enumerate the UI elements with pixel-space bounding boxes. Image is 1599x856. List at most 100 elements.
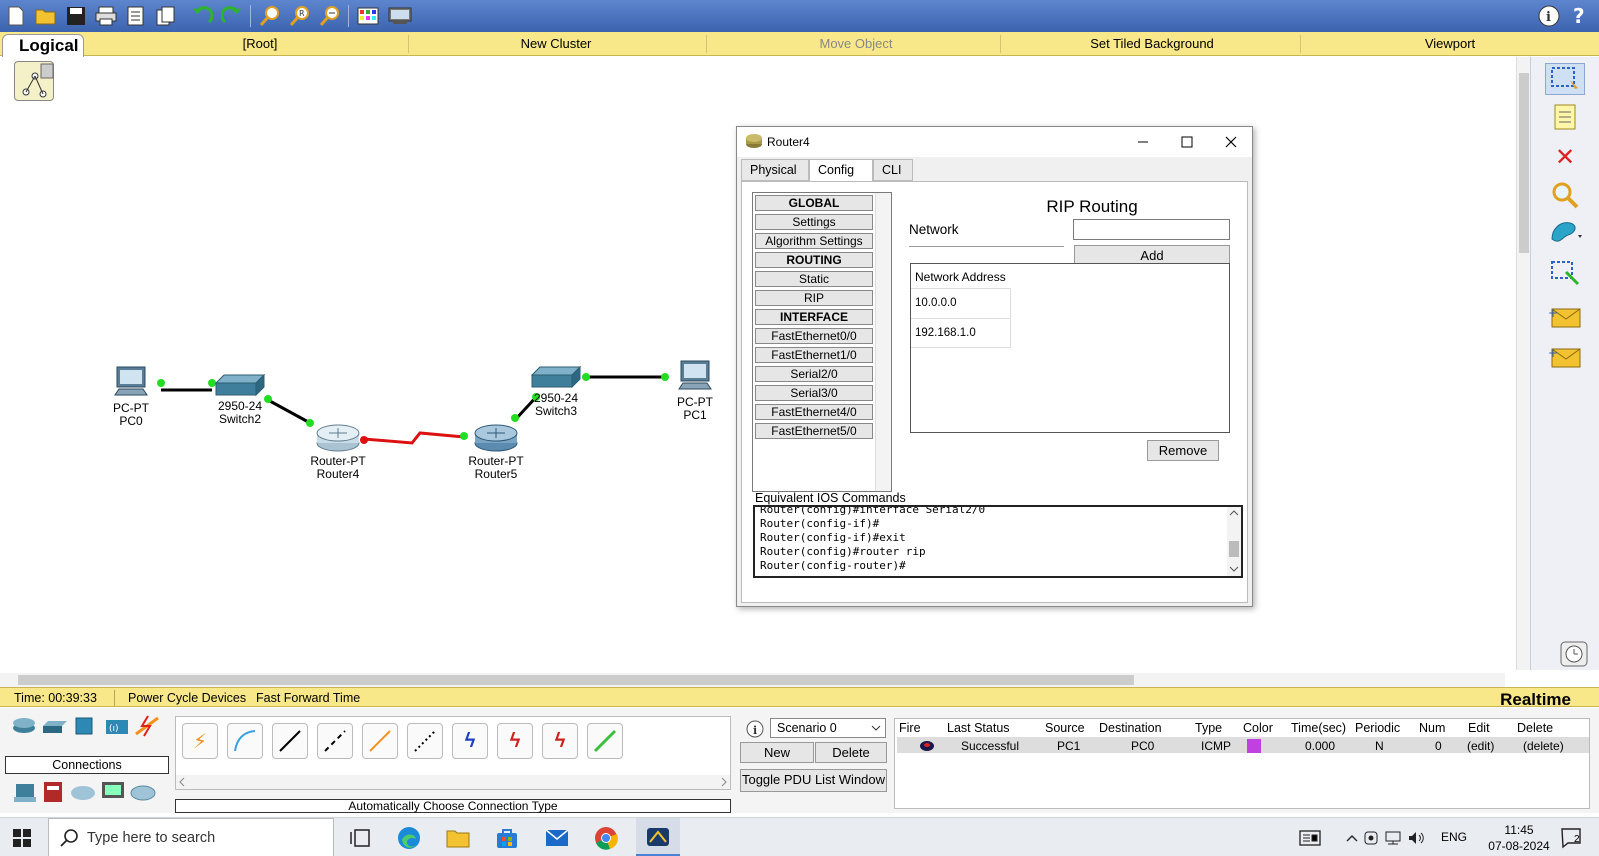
hubs-category-icon[interactable] <box>74 716 94 741</box>
fast-forward-time-button[interactable]: Fast Forward Time <box>256 691 360 705</box>
nav-scrollbar[interactable] <box>875 193 891 491</box>
minimize-icon[interactable] <box>1125 131 1161 153</box>
file-explorer-icon[interactable] <box>446 826 470 850</box>
volume-icon[interactable] <box>1406 826 1426 850</box>
custom-devices-icon[interactable] <box>388 4 412 28</box>
nav-global-header[interactable]: GLOBAL <box>755 195 873 211</box>
viewport-button[interactable]: Viewport <box>1400 36 1500 51</box>
switch2-device[interactable]: 2950-24 Switch2 <box>212 373 268 426</box>
pc0-device[interactable]: PC-PT PC0 <box>108 365 154 428</box>
scenario-select[interactable]: Scenario 0 <box>770 718 886 738</box>
fire-status-icon[interactable] <box>919 740 935 755</box>
custom-devices-category-icon[interactable] <box>100 780 126 807</box>
phone-cable-icon[interactable] <box>407 723 443 759</box>
router5-device[interactable]: Router-PT Router5 <box>466 424 526 481</box>
windows-start-icon[interactable] <box>10 826 34 850</box>
chevron-up-icon[interactable] <box>1344 826 1360 850</box>
end-devices-category-icon[interactable] <box>12 782 38 809</box>
open-folder-icon[interactable] <box>34 4 58 28</box>
nav-rip[interactable]: RIP <box>755 290 873 306</box>
activity-wizard-icon[interactable] <box>124 4 148 28</box>
pc1-device[interactable]: PC-PT PC1 <box>670 359 720 422</box>
realtime-mode-clock-icon[interactable] <box>1553 639 1593 669</box>
tab-physical[interactable]: Physical <box>741 159 809 181</box>
power-cycle-devices-button[interactable]: Power Cycle Devices <box>128 691 246 705</box>
meet-now-icon[interactable] <box>1362 826 1380 850</box>
redo-icon[interactable] <box>220 4 244 28</box>
remove-network-button[interactable]: Remove <box>1147 440 1219 461</box>
canvas-vertical-scrollbar[interactable] <box>1516 57 1530 670</box>
taskbar-search-box[interactable]: Type here to search <box>48 818 334 856</box>
select-tool-icon[interactable] <box>1545 63 1585 95</box>
network-address-row[interactable]: 192.168.1.0 <box>911 318 1011 348</box>
set-tiled-background-button[interactable]: Set Tiled Background <box>1080 36 1224 51</box>
info-icon[interactable]: i <box>1537 4 1561 28</box>
octal-cable-icon[interactable] <box>587 723 623 759</box>
help-icon[interactable]: ? <box>1568 4 1592 28</box>
zoom-in-icon[interactable] <box>258 4 282 28</box>
scenario-info-icon[interactable]: i <box>746 720 764 741</box>
new-cluster-button[interactable]: New Cluster <box>500 36 612 51</box>
move-object-button[interactable]: Move Object <box>800 36 912 51</box>
multiuser-category-icon[interactable] <box>130 782 156 807</box>
microsoft-store-icon[interactable] <box>495 826 519 850</box>
auto-connection-icon[interactable]: ⚡ <box>182 723 218 759</box>
mail-icon[interactable] <box>545 826 569 850</box>
ios-scrollbar[interactable] <box>1227 507 1241 576</box>
router4-device[interactable]: Router-PT Router4 <box>308 424 368 481</box>
add-complex-pdu-icon[interactable]: + <box>1545 339 1585 371</box>
wan-emulation-category-icon[interactable] <box>70 782 96 807</box>
tab-cli[interactable]: CLI <box>873 159 913 181</box>
undo-icon[interactable] <box>190 4 214 28</box>
horizontal-scroll-thumb[interactable] <box>18 675 1134 685</box>
nav-settings[interactable]: Settings <box>755 214 873 230</box>
task-view-icon[interactable] <box>348 826 372 850</box>
maximize-icon[interactable] <box>1169 131 1205 153</box>
security-category-icon[interactable] <box>42 780 64 809</box>
nav-routing-header[interactable]: ROUTING <box>755 252 873 268</box>
nav-fastethernet5-0[interactable]: FastEthernet5/0 <box>755 423 873 439</box>
palette-icon[interactable] <box>356 4 380 28</box>
notifications-icon[interactable]: 2 <box>1560 826 1584 850</box>
close-icon[interactable] <box>1213 131 1249 153</box>
network-input[interactable] <box>1073 219 1230 240</box>
canvas-horizontal-scrollbar[interactable] <box>0 673 1505 687</box>
connections-category-icon[interactable] <box>134 714 160 743</box>
wireless-devices-category-icon[interactable]: (ı) <box>104 716 130 741</box>
switch3-device[interactable]: 2950-24 Switch3 <box>528 365 584 418</box>
fiber-cable-icon[interactable] <box>362 723 398 759</box>
nav-fastethernet4-0[interactable]: FastEthernet4/0 <box>755 404 873 420</box>
save-icon[interactable] <box>64 4 88 28</box>
cable-panel-scrollbar[interactable] <box>176 775 730 789</box>
print-icon[interactable] <box>94 4 118 28</box>
serial-dce-cable-icon[interactable]: ϟ <box>497 723 533 759</box>
toggle-pdu-list-button[interactable]: Toggle PDU List Window <box>740 769 887 792</box>
delete-tool-icon[interactable]: ✕ <box>1545 141 1585 173</box>
network-address-row[interactable]: 10.0.0.0 <box>911 288 1011 318</box>
copy-icon[interactable] <box>154 4 178 28</box>
pdu-delete-link[interactable]: (delete) <box>1523 739 1564 753</box>
add-simple-pdu-icon[interactable]: + <box>1545 301 1585 333</box>
realtime-mode-label[interactable]: Realtime <box>1500 690 1571 710</box>
ios-commands-console[interactable]: Router(config)#interface Serial2/0 Route… <box>753 505 1243 578</box>
pdu-edit-link[interactable]: (edit) <box>1467 739 1494 753</box>
new-file-icon[interactable] <box>4 4 28 28</box>
chrome-icon[interactable] <box>594 826 618 850</box>
nav-static[interactable]: Static <box>755 271 873 287</box>
resize-shape-tool-icon[interactable] <box>1545 257 1585 289</box>
copper-straight-through-icon[interactable] <box>272 723 308 759</box>
serial-dte-cable-icon[interactable]: ϟ <box>542 723 578 759</box>
nav-serial3-0[interactable]: Serial3/0 <box>755 385 873 401</box>
news-widget-icon[interactable] <box>1298 826 1322 850</box>
nav-fastethernet0-0[interactable]: FastEthernet0/0 <box>755 328 873 344</box>
nav-interface-header[interactable]: INTERFACE <box>755 309 873 325</box>
tab-config[interactable]: Config <box>809 159 873 182</box>
draw-shape-tool-icon[interactable] <box>1545 217 1585 249</box>
coaxial-cable-icon[interactable]: ϟ <box>452 723 488 759</box>
nav-serial2-0[interactable]: Serial2/0 <box>755 366 873 382</box>
nav-fastethernet1-0[interactable]: FastEthernet1/0 <box>755 347 873 363</box>
note-tool-icon[interactable] <box>1545 101 1585 133</box>
zoom-out-icon[interactable] <box>318 4 342 28</box>
network-icon[interactable] <box>1382 826 1404 850</box>
zoom-reset-icon[interactable]: R <box>288 4 312 28</box>
